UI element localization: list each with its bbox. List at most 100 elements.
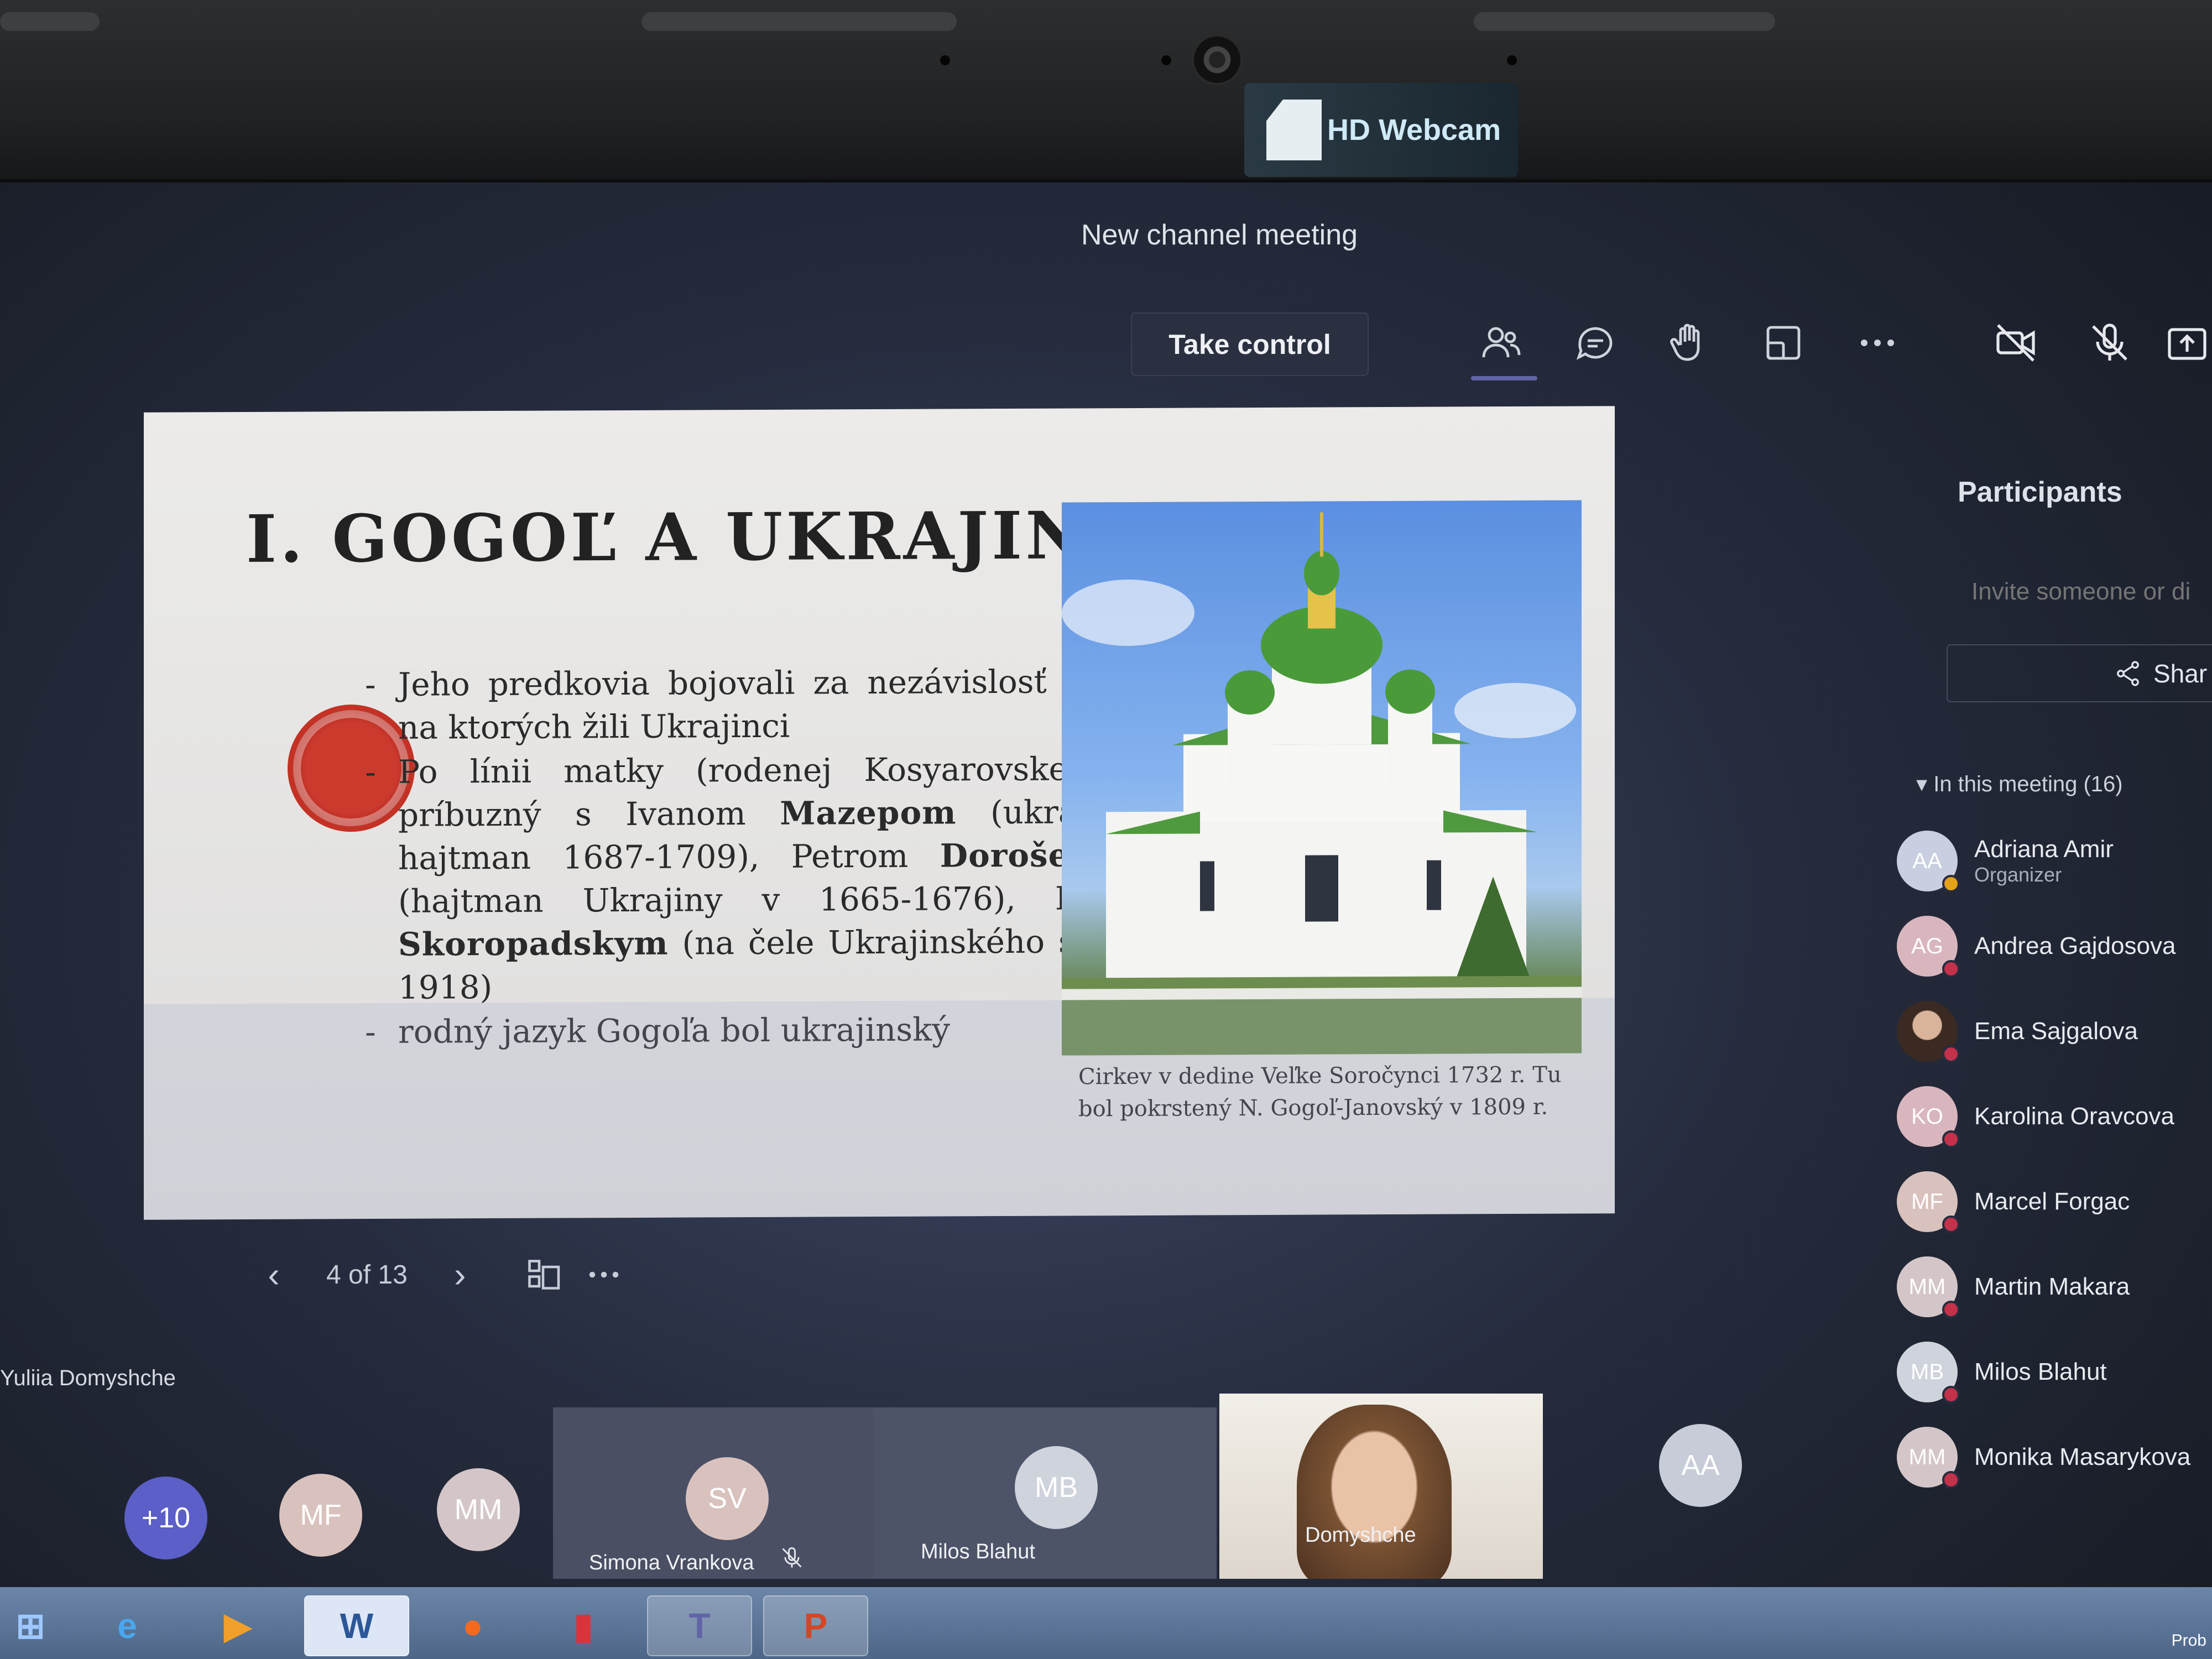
avatar[interactable]: AA bbox=[1659, 1424, 1742, 1507]
taskbar-media-icon[interactable]: ▶ bbox=[185, 1595, 290, 1656]
taskbar-firefox-icon[interactable]: ● bbox=[420, 1595, 525, 1656]
avatar[interactable]: MM bbox=[437, 1468, 520, 1551]
chat-icon[interactable] bbox=[1565, 312, 1626, 373]
in-meeting-section-header[interactable]: ▾ In this meeting (16) bbox=[1916, 771, 2123, 797]
slide-bullet: Po línii matky (rodenej Kosyarovskej) bo… bbox=[376, 747, 1172, 1009]
avatar-initials: MB bbox=[1911, 1359, 1944, 1384]
slide-bullet: Jeho predkovia bojovali za nezávislosť ú… bbox=[376, 660, 1172, 749]
slide-bullets: Jeho predkovia bojovali za nezávislosť ú… bbox=[376, 660, 1172, 1055]
tray-label: Prob bbox=[2171, 1631, 2206, 1650]
avatar: MF bbox=[1897, 1171, 1960, 1233]
app-glyph: ● bbox=[462, 1606, 484, 1646]
sensor-hole bbox=[1161, 55, 1171, 65]
participant-name: Martin Makara bbox=[1974, 1273, 2130, 1300]
mic-off-icon[interactable] bbox=[2079, 312, 2140, 373]
start-button[interactable]: ⊞ bbox=[0, 1595, 61, 1656]
share-tray-icon[interactable] bbox=[2157, 312, 2212, 373]
video-feed bbox=[1297, 1405, 1452, 1579]
participant-name: Karolina Oravcova bbox=[1974, 1103, 2174, 1130]
invite-input[interactable] bbox=[1971, 572, 2212, 611]
avatar-initials: MM bbox=[1908, 1274, 1946, 1299]
tile-name: Milos Blahut bbox=[921, 1540, 1035, 1563]
bullet-bold-text: Skoropadskym bbox=[398, 924, 669, 963]
avatar-initials: AG bbox=[1911, 933, 1943, 958]
avatar: AA bbox=[1897, 831, 1960, 893]
app-glyph: e bbox=[117, 1606, 137, 1646]
participants-icon[interactable] bbox=[1471, 312, 1532, 373]
bezel-hinge bbox=[641, 12, 957, 31]
slide-grid-icon[interactable] bbox=[513, 1244, 573, 1305]
app-glyph: ▶ bbox=[224, 1605, 252, 1646]
bullet-text: (hajtman Ukrajiny v 1665-1676), Pavlom bbox=[398, 879, 1172, 920]
status-busy-icon bbox=[1942, 1215, 1960, 1233]
taskbar-files-icon[interactable]: ▮ bbox=[531, 1595, 636, 1656]
participant-tile-yuliia[interactable] bbox=[1219, 1394, 1543, 1579]
slide-overlay bbox=[144, 998, 1615, 1220]
participant-row[interactable]: MM Martin Makara bbox=[1897, 1244, 2212, 1329]
layout-icon[interactable] bbox=[1753, 312, 1814, 373]
avatar[interactable]: SV bbox=[686, 1457, 769, 1540]
participant-name: Monika Masarykova bbox=[1974, 1443, 2191, 1470]
sensor-hole bbox=[940, 55, 950, 65]
muted-mic-icon bbox=[780, 1546, 804, 1573]
webcam-label: HD Webcam bbox=[1327, 113, 1501, 147]
tile-name: Simona Vrankova bbox=[589, 1551, 754, 1574]
participant-row[interactable]: AA Adriana Amir Organizer bbox=[1897, 818, 2212, 904]
avatar: AG bbox=[1897, 916, 1960, 978]
next-slide-icon[interactable]: › bbox=[430, 1244, 491, 1305]
avatar: MM bbox=[1897, 1256, 1960, 1318]
previous-slide-icon[interactable]: ‹ bbox=[243, 1244, 304, 1305]
participants-panel-title: Participants bbox=[1958, 476, 2122, 508]
participant-row[interactable]: MB Milos Blahut bbox=[1897, 1329, 2212, 1415]
share-invite-button[interactable]: Shar bbox=[1947, 644, 2212, 702]
participant-role: Organizer bbox=[1974, 863, 2062, 886]
participant-row[interactable]: KO Karolina Oravcova bbox=[1897, 1074, 2212, 1159]
app-glyph: W bbox=[340, 1606, 374, 1646]
take-control-button[interactable]: Take control bbox=[1131, 312, 1369, 376]
sensor-hole bbox=[1507, 55, 1517, 65]
in-meeting-label: In this meeting (16) bbox=[1933, 772, 2123, 796]
participant-list: AA Adriana Amir Organizer AG Andrea Gajdo… bbox=[1897, 818, 2212, 1500]
taskbar-ie-icon[interactable]: e bbox=[75, 1595, 180, 1656]
webcam-sticker: HD Webcam bbox=[1244, 83, 1518, 177]
share-icon bbox=[2117, 661, 2139, 686]
taskbar-teams-icon[interactable]: T bbox=[647, 1595, 752, 1656]
avatar-photo bbox=[1897, 1001, 1960, 1063]
tile-name: Domyshche bbox=[1305, 1524, 1416, 1547]
app-glyph: ▮ bbox=[573, 1605, 593, 1646]
participant-row[interactable]: MF Marcel Forgac bbox=[1897, 1159, 2212, 1244]
avatar[interactable]: MB bbox=[1015, 1446, 1098, 1529]
raise-hand-icon[interactable] bbox=[1659, 312, 1720, 373]
slide-counter: 4 of 13 bbox=[326, 1260, 408, 1290]
participant-row[interactable]: Ema Sajgalova bbox=[1897, 989, 2212, 1074]
participant-name: Ema Sajgalova bbox=[1974, 1018, 2138, 1045]
status-busy-icon bbox=[1942, 1301, 1960, 1318]
webcam-icon bbox=[1266, 100, 1322, 160]
avatar[interactable]: MF bbox=[279, 1474, 362, 1557]
participant-name: Adriana Amir bbox=[1974, 836, 2114, 863]
avatar-initials: SV bbox=[708, 1483, 747, 1515]
avatar: MM bbox=[1897, 1427, 1960, 1489]
taskbar: ⊞ e ▶ W ● ▮ T P Prob bbox=[0, 1587, 2212, 1659]
bezel-hinge bbox=[0, 12, 100, 31]
more-options-icon[interactable] bbox=[1847, 312, 1908, 373]
avatar-initials: AA bbox=[1912, 848, 1942, 873]
slide-more-options-icon[interactable] bbox=[573, 1244, 634, 1305]
avatar-initials: KO bbox=[1911, 1104, 1943, 1129]
participant-row[interactable]: AG Andrea Gajdosova bbox=[1897, 904, 2212, 989]
app-glyph: T bbox=[688, 1606, 711, 1646]
taskbar-word-icon[interactable]: W bbox=[304, 1595, 409, 1656]
taskbar-powerpoint-icon[interactable]: P bbox=[763, 1595, 868, 1656]
bullet-bold-text: Mazepom bbox=[780, 794, 957, 832]
app-glyph: P bbox=[804, 1606, 828, 1646]
avatar-initials: MM bbox=[1908, 1444, 1946, 1469]
bezel-hinge bbox=[1474, 12, 1775, 31]
camera-off-icon[interactable] bbox=[1985, 312, 2046, 373]
avatar: MB bbox=[1897, 1342, 1960, 1404]
participant-row[interactable]: MM Monika Masarykova bbox=[1897, 1415, 2212, 1500]
status-busy-icon bbox=[1942, 1386, 1960, 1404]
participant-name: Andrea Gajdosova bbox=[1974, 932, 2176, 959]
overflow-participants-badge[interactable]: +10 bbox=[124, 1477, 207, 1559]
avatar-initials: MB bbox=[1035, 1472, 1078, 1504]
status-busy-icon bbox=[1942, 1045, 1960, 1063]
